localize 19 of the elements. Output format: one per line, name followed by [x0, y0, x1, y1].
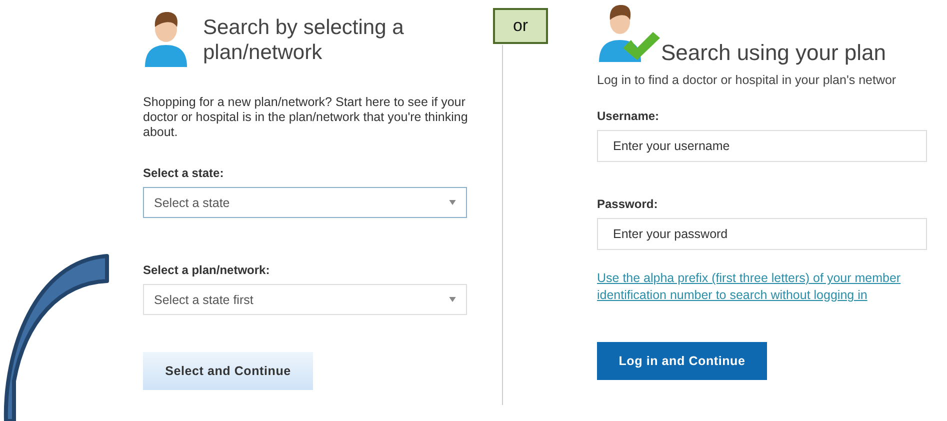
field-label: Username: — [597, 109, 660, 123]
select-and-continue-button[interactable]: Select and Continue — [143, 352, 313, 390]
field-label: Select a state: — [143, 166, 225, 180]
dropdown[interactable]: Select a state first — [143, 284, 467, 315]
description-text: Log in to find a doctor or hospital in your plan's networ — [597, 73, 898, 87]
description-text: Shopping for a new plan/network? Start here to see if your doctor or hospital is in the plan/network that you're thinking about. — [143, 95, 469, 140]
section-title: Search by selecting a plan/network — [203, 15, 405, 65]
log-in-and-continue-button[interactable]: Log in and Continue — [597, 342, 767, 380]
password-field[interactable]: Enter your password — [597, 218, 927, 250]
dropdown[interactable]: Select a state — [143, 187, 467, 218]
field-label: Password: — [597, 197, 659, 211]
caret-icon — [449, 297, 456, 302]
username-field[interactable]: Enter your username — [597, 130, 927, 162]
field-label: Select a plan/network: — [143, 263, 271, 277]
section-title: Search using your plan — [661, 40, 886, 65]
or-badge: or — [493, 8, 548, 44]
alpha-prefix-link[interactable]: Use the alpha prefix (first three letters) of your member identification number to search without logging in — [597, 270, 946, 304]
caret-icon — [449, 200, 456, 205]
person-with-checkmark-icon — [597, 2, 661, 64]
